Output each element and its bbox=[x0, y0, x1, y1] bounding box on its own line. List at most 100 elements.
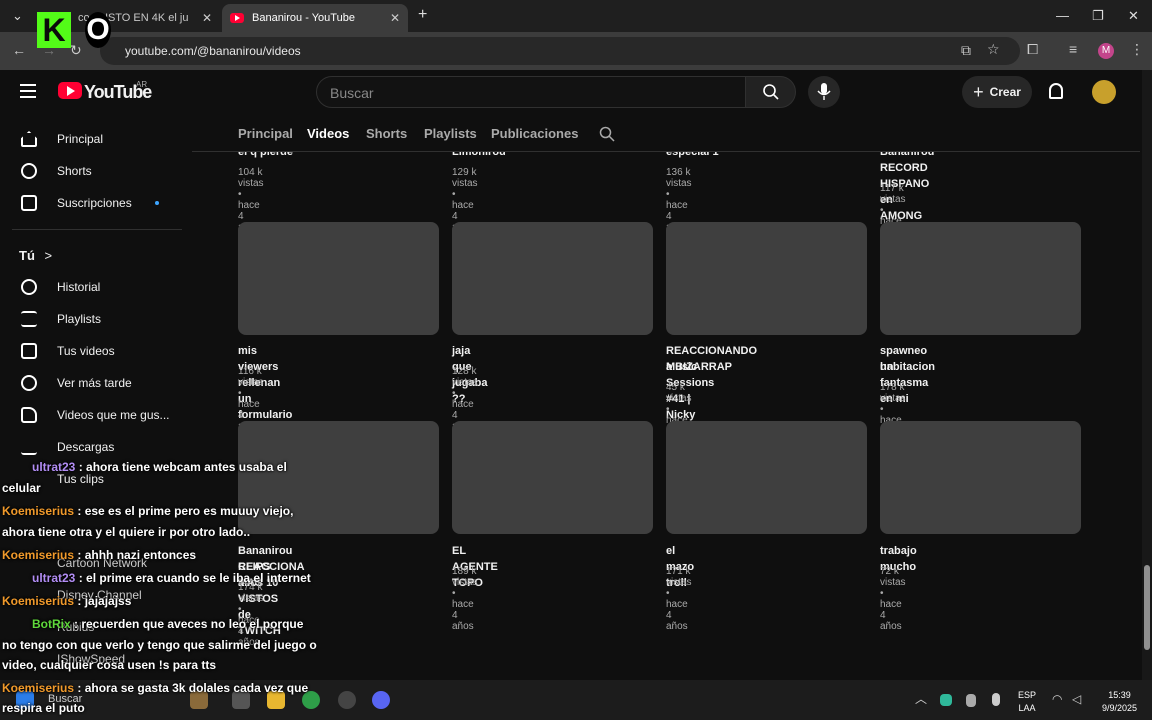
usb-icon[interactable] bbox=[966, 694, 976, 707]
video-thumbnail[interactable] bbox=[452, 222, 653, 335]
region-code: AR bbox=[136, 80, 148, 89]
address-bar[interactable]: youtube.com/@bananirou/videos bbox=[100, 37, 1020, 65]
chat-username: Koemiserius bbox=[2, 594, 75, 608]
tab-active[interactable]: Bananirou - YouTube ✕ bbox=[222, 4, 408, 32]
tray-app-icon[interactable] bbox=[940, 694, 952, 706]
chat-username: Koemiserius bbox=[2, 681, 75, 695]
maximize-icon[interactable]: ❐ bbox=[1092, 8, 1104, 24]
wifi-icon[interactable]: ◠ bbox=[1052, 692, 1062, 706]
plus-icon: + bbox=[973, 81, 984, 102]
video-thumbnail[interactable] bbox=[666, 222, 867, 335]
sidebar-item-label: Descargas bbox=[57, 440, 115, 454]
chat-line: Koemiserius : ese es el prime pero es mu… bbox=[2, 504, 293, 518]
video-meta: 72 k vistas • hace 4 años bbox=[880, 566, 906, 632]
microphone-tray-icon[interactable] bbox=[992, 693, 1000, 706]
chat-text: : ahhh nazi entonces bbox=[74, 548, 197, 562]
bookmark-star-icon[interactable]: ☆ bbox=[987, 41, 1000, 58]
chat-text: celular bbox=[2, 481, 41, 495]
tray-chevron-up-icon[interactable]: ︿ bbox=[915, 690, 927, 707]
search-input[interactable]: Buscar bbox=[316, 76, 746, 108]
chat-text: : recuerden que aveces no leo el porque bbox=[70, 617, 304, 631]
clock-icon bbox=[21, 375, 37, 391]
discord-icon[interactable] bbox=[372, 691, 390, 709]
tab-shorts[interactable]: Shorts bbox=[366, 126, 407, 141]
extensions-puzzle-icon[interactable]: ⧠ bbox=[1027, 41, 1038, 58]
tab-search-chevron-icon[interactable]: ⌄ bbox=[12, 8, 23, 24]
chat-text: no tengo con que verlo y tengo que salir… bbox=[2, 638, 317, 652]
sidebar-item-label: Ver más tarde bbox=[57, 376, 132, 390]
channel-search-icon[interactable] bbox=[599, 126, 615, 142]
address-url: youtube.com/@bananirou/videos bbox=[125, 44, 301, 58]
notifications-bell-icon[interactable] bbox=[1049, 83, 1063, 99]
chat-line: ahora tiene otra y el quiere ir por otro… bbox=[2, 525, 250, 539]
profile-avatar[interactable]: M bbox=[1098, 43, 1114, 59]
language-code: ESP bbox=[1018, 690, 1037, 700]
sidebar-item-subscriptions[interactable]: Suscripciones bbox=[0, 187, 190, 219]
you-section-header[interactable]: Tú > bbox=[19, 248, 52, 263]
tab-videos[interactable]: Videos bbox=[307, 126, 349, 141]
tab-principal[interactable]: Principal bbox=[238, 126, 293, 141]
video-thumbnail[interactable] bbox=[238, 222, 439, 335]
video-thumbnail[interactable] bbox=[880, 222, 1081, 335]
sidebar-item-watch-later[interactable]: Ver más tarde bbox=[0, 367, 190, 399]
home-icon bbox=[21, 131, 37, 147]
keyboard-language[interactable]: ESP LAA bbox=[1018, 689, 1036, 715]
scrollbar-thumb[interactable] bbox=[1144, 565, 1150, 650]
minimize-icon[interactable]: — bbox=[1056, 8, 1069, 23]
install-app-icon[interactable]: ⧉ bbox=[961, 42, 971, 59]
sidebar-item-your-videos[interactable]: Tus videos bbox=[0, 335, 190, 367]
sidebar-item-downloads[interactable]: Descargas bbox=[0, 431, 190, 463]
chat-line: BotRix : recuerden que aveces no leo el … bbox=[2, 617, 303, 631]
youtube-logo-icon[interactable] bbox=[58, 82, 82, 99]
create-button[interactable]: + Crear bbox=[962, 76, 1032, 108]
video-meta: 171 k vistas • hace 4 años bbox=[666, 566, 692, 632]
kick-logo-overlay-k: K bbox=[37, 12, 71, 48]
sidebar-item-principal[interactable]: Principal bbox=[0, 123, 190, 155]
thumbs-up-icon bbox=[21, 407, 37, 423]
new-content-dot bbox=[155, 201, 159, 205]
chat-line: celular bbox=[2, 481, 41, 495]
video-thumbnail[interactable] bbox=[880, 421, 1081, 534]
sidebar-item-liked-videos[interactable]: Videos que me gus... bbox=[0, 399, 190, 431]
sidebar-item-playlists[interactable]: Playlists bbox=[0, 303, 190, 335]
browser-menu-icon[interactable]: ⋮ bbox=[1130, 41, 1144, 58]
chat-text: respira el puto bbox=[2, 701, 85, 715]
sidebar-item-label: Suscripciones bbox=[57, 196, 132, 210]
chat-line: Koemiserius : ahhh nazi entonces bbox=[2, 548, 196, 562]
search-button[interactable] bbox=[745, 76, 796, 108]
sidebar-item-history[interactable]: Historial bbox=[0, 271, 190, 303]
chat-username: ultrat23 bbox=[32, 460, 76, 474]
close-icon[interactable]: ✕ bbox=[390, 11, 400, 25]
chat-username: Koemiserius bbox=[2, 504, 75, 518]
chat-line: no tengo con que verlo y tengo que salir… bbox=[2, 638, 317, 652]
sidebar-divider bbox=[12, 229, 182, 230]
chat-text: : ahora se gasta 3k dolales cada vez que bbox=[74, 681, 309, 695]
taskbar-clock[interactable]: 15:39 9/9/2025 bbox=[1102, 689, 1137, 715]
video-meta: 189 k vistas • hace 4 años bbox=[452, 566, 478, 632]
obs-icon[interactable] bbox=[338, 691, 356, 709]
volume-icon[interactable]: ◁ bbox=[1072, 692, 1081, 706]
search-placeholder: Buscar bbox=[330, 85, 374, 101]
video-title[interactable]: habitacion bbox=[880, 359, 935, 375]
video-thumbnail[interactable] bbox=[452, 421, 653, 534]
layout-code: LAA bbox=[1018, 703, 1036, 713]
sidebar-item-label: Tus clips bbox=[57, 472, 104, 486]
new-tab-plus-icon[interactable]: + bbox=[418, 6, 427, 24]
microphone-icon bbox=[817, 83, 831, 100]
window-close-icon[interactable]: ✕ bbox=[1128, 8, 1139, 24]
media-control-icon[interactable]: ≡ bbox=[1069, 41, 1077, 57]
chevron-right-icon: > bbox=[44, 248, 53, 263]
reload-icon[interactable]: ↻ bbox=[70, 42, 82, 59]
voice-search-button[interactable] bbox=[808, 76, 840, 108]
back-arrow-icon[interactable]: ← bbox=[12, 42, 26, 58]
tab-publicaciones[interactable]: Publicaciones bbox=[491, 126, 578, 141]
hamburger-menu-icon[interactable] bbox=[20, 84, 36, 98]
chat-text: : ahora tiene webcam antes usaba el bbox=[75, 460, 287, 474]
tab-playlists[interactable]: Playlists bbox=[424, 126, 477, 141]
account-avatar[interactable] bbox=[1092, 80, 1116, 104]
youtube-favicon-icon bbox=[230, 13, 244, 23]
chat-text: : ese es el prime pero es muuuy viejo, bbox=[74, 504, 294, 518]
sidebar-item-shorts[interactable]: Shorts bbox=[0, 155, 190, 187]
video-thumbnail[interactable] bbox=[666, 421, 867, 534]
close-icon[interactable]: ✕ bbox=[202, 11, 212, 25]
